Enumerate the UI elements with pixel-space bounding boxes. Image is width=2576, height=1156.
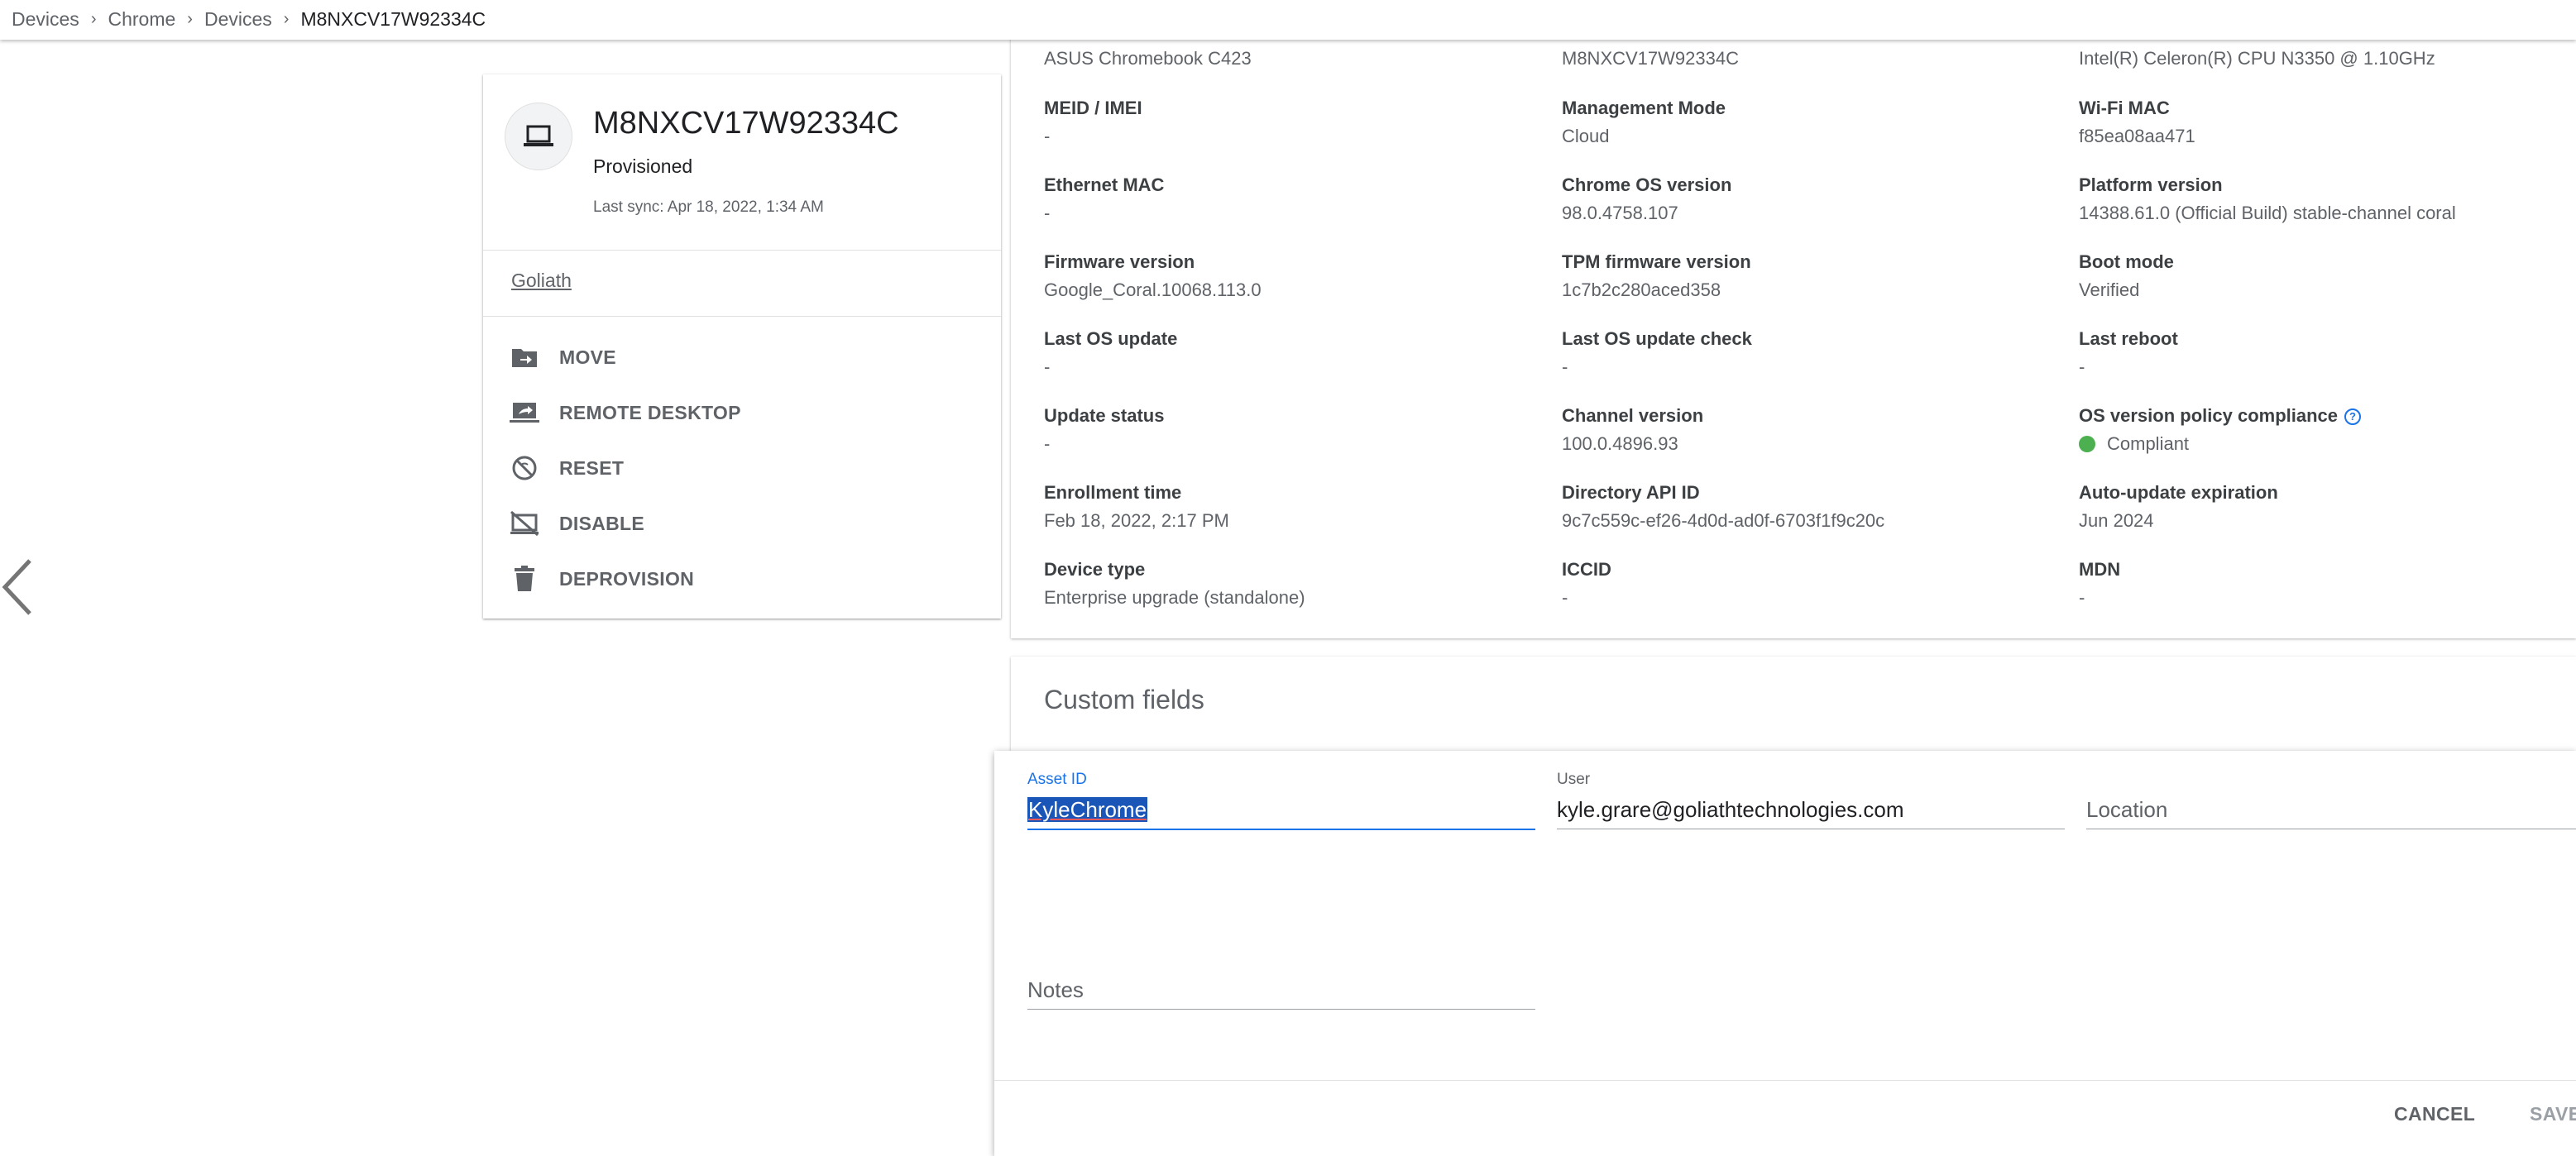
update-status-field: Update status - [1044,405,1165,454]
move-button[interactable]: MOVE [508,341,616,374]
divider [483,250,1001,251]
os-policy-compliance-field: OS version policy compliance? Compliant [2079,405,2361,455]
cpu-value: Intel(R) Celeron(R) CPU N3350 @ 1.10GHz [2079,48,2435,69]
divider [994,1080,2576,1081]
tpm-firmware-field: TPM firmware version 1c7b2c280aced358 [1562,251,1751,300]
notes-input[interactable]: Notes [1027,977,1535,1004]
chevron-right-icon: › [90,10,97,28]
chevron-right-icon: › [283,10,290,28]
location-field[interactable]: Location [2086,771,2576,829]
device-type-field: Device type Enterprise upgrade (standalon… [1044,559,1305,608]
channel-version-field: Channel version 100.0.4896.93 [1562,405,1704,454]
boot-mode-field: Boot mode Verified [2079,251,2174,300]
meid-field: MEID / IMEI - [1044,98,1142,146]
compliance-status-dot [2079,436,2095,452]
device-info-panel: ASUS Chromebook C423 M8NXCV17W92334C Int… [1011,0,2576,638]
disable-button[interactable]: DISABLE [508,507,644,540]
asset-id-underline [1027,829,1535,830]
laptop-icon [524,125,553,146]
breadcrumb-devices[interactable]: Devices [12,8,79,31]
device-summary-card: M8NXCV17W92334C Provisioned Last sync: A… [483,74,1001,619]
iccid-field: ICCID - [1562,559,1611,608]
chevron-left-icon [2,559,31,615]
breadcrumb-chrome-devices[interactable]: Devices [204,8,272,31]
asset-id-input[interactable]: KyleChrome [1027,797,1148,822]
management-mode-field: Management Mode Cloud [1562,98,1726,146]
user-label: User [1557,771,1591,788]
firmware-version-field: Firmware version Google_Coral.10068.113.0 [1044,251,1262,300]
platform-version-field: Platform version 14388.61.0 (Official Bui… [2079,174,2456,223]
custom-fields-card: Custom fields [1011,657,2576,756]
disable-icon [508,507,541,540]
enrollment-time-field: Enrollment time Feb 18, 2022, 2:17 PM [1044,482,1229,531]
custom-fields-title: Custom fields [1044,685,1204,714]
auto-update-expiration-field: Auto-update expiration Jun 2024 [2079,482,2278,531]
avatar [505,103,572,170]
wifi-mac-field: Wi-Fi MAC f85ea08aa471 [2079,98,2195,146]
org-unit-link[interactable]: Goliath [511,270,572,292]
last-reboot-field: Last reboot - [2079,328,2178,377]
compliance-status: Compliant [2107,433,2190,454]
deprovision-button[interactable]: DEPROVISION [508,562,694,595]
last-os-update-check-field: Last OS update check - [1562,328,1752,377]
last-sync-text: Last sync: Apr 18, 2022, 1:34 AM [593,198,824,216]
device-status: Provisioned [593,155,693,177]
divider [483,316,1001,317]
directory-api-id-field: Directory API ID 9c7c559c-ef26-4d0d-ad0f-… [1562,482,1885,531]
save-button[interactable]: SAVE [2530,1103,2576,1125]
breadcrumb: Devices › Chrome › Devices › M8NXCV17W92… [12,8,486,31]
last-os-update-field: Last OS update - [1044,328,1178,377]
cancel-button[interactable]: CANCEL [2394,1103,2475,1125]
trash-icon [508,562,541,595]
remote-desktop-icon [508,396,541,429]
reset-button[interactable]: RESET [508,451,624,485]
serial-value: M8NXCV17W92334C [1562,48,1739,69]
notes-underline [1027,1009,1535,1010]
chevron-right-icon: › [187,10,193,28]
remote-desktop-button[interactable]: REMOTE DESKTOP [508,396,741,429]
device-serial-title: M8NXCV17W92334C [593,106,899,141]
user-field[interactable]: User kyle.grare@goliathtechnologies.com [1557,771,2065,829]
location-input[interactable]: Location [2086,797,2576,824]
asset-id-field[interactable]: Asset ID KyleChrome [1027,771,1535,830]
ethernet-mac-field: Ethernet MAC - [1044,174,1165,223]
notes-field[interactable]: Notes [1027,951,1535,1010]
reset-icon [508,451,541,485]
breadcrumb-bar: Devices › Chrome › Devices › M8NXCV17W92… [0,0,2576,40]
breadcrumb-current: M8NXCV17W92334C [300,8,486,30]
move-folder-icon [508,341,541,374]
previous-device-button[interactable] [0,554,36,620]
user-input[interactable]: kyle.grare@goliathtechnologies.com [1557,797,2065,824]
custom-fields-editor: Asset ID KyleChrome User kyle.grare@goli… [994,751,2576,1156]
chrome-os-version-field: Chrome OS version 98.0.4758.107 [1562,174,1732,223]
model-value: ASUS Chromebook C423 [1044,48,1252,69]
help-icon[interactable]: ? [2344,408,2361,426]
mdn-field: MDN - [2079,559,2121,608]
breadcrumb-chrome[interactable]: Chrome [108,8,175,31]
asset-id-label: Asset ID [1027,771,1087,788]
